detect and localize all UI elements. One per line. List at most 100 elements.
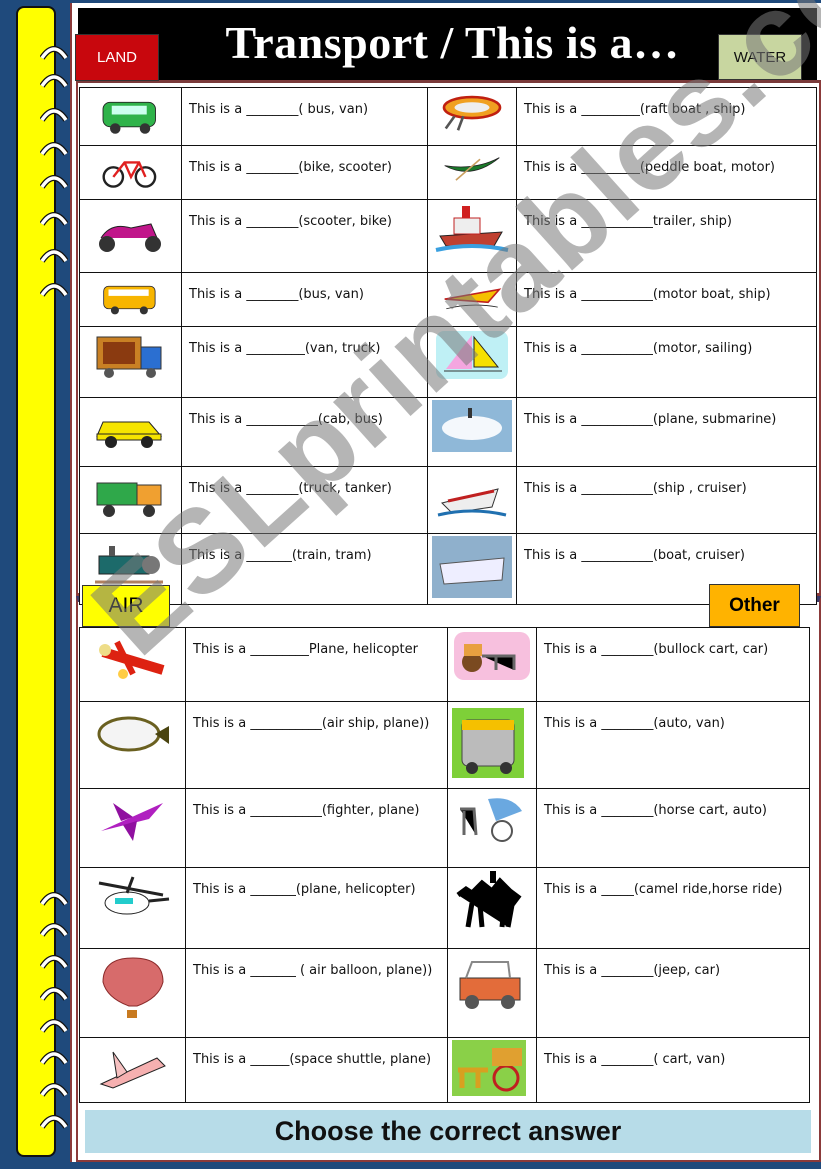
land-sentence: This is a ________(bike, scooter) — [181, 145, 428, 200]
land-picture-cell — [79, 145, 182, 200]
water-sentence: This is a ___________trailer, ship) — [516, 199, 817, 273]
table-row: This is a ___________(air ship, plane)) T… — [79, 701, 810, 789]
spiral-ring-icon — [40, 985, 68, 1001]
air-picture-cell — [79, 627, 186, 702]
cart-icon — [450, 1040, 534, 1096]
spiral-ring-icon — [40, 921, 68, 937]
water-label: WATER — [718, 34, 802, 80]
air-picture-cell — [79, 867, 186, 949]
table-row: This is a ___________(cab, bus) This is a… — [79, 397, 817, 467]
table-row: This is a ________(truck, tanker) This is… — [79, 466, 817, 534]
hot-air-balloon-icon — [91, 956, 175, 1026]
biplane-icon — [91, 630, 175, 695]
canoe-icon — [430, 148, 514, 193]
other-sentence: This is a ________(bullock cart, car) — [536, 627, 810, 702]
bicycle-icon — [89, 148, 173, 193]
air-label: AIR — [82, 585, 170, 627]
spiral-ring-icon — [40, 247, 68, 263]
water-picture-cell — [427, 272, 517, 327]
air-sentence: This is a ______(space shuttle, plane) — [185, 1037, 448, 1103]
table-row: This is a _________(van, truck) This is a… — [79, 326, 817, 398]
submarine-icon — [430, 400, 514, 460]
water-sentence: This is a ___________(motor, sailing) — [516, 326, 817, 398]
scooter-icon — [89, 202, 173, 266]
land-sentence: This is a _________(van, truck) — [181, 326, 428, 398]
water-picture-cell — [427, 87, 517, 146]
water-picture-cell — [427, 199, 517, 273]
spiral-ring-icon — [40, 72, 68, 88]
van-icon — [89, 90, 173, 139]
spiral-ring-icon — [40, 953, 68, 969]
water-sentence: This is a _________(peddle boat, motor) — [516, 145, 817, 200]
table-row: This is a ______(space shuttle, plane) Th… — [79, 1037, 810, 1103]
fighter-jet-icon — [91, 791, 175, 861]
motor-boat-icon — [430, 275, 514, 320]
table-row: This is a _______ ( air balloon, plane))… — [79, 948, 810, 1038]
spiral-ring-icon — [40, 890, 68, 906]
tipper-truck-icon — [89, 469, 173, 527]
other-sentence: This is a ________( cart, van) — [536, 1037, 810, 1103]
worksheet-page: Transport / This is a… LAND WATER This i… — [68, 0, 821, 1162]
ship-icon — [430, 469, 514, 527]
table-row: This is a _______(train, tram) This is a … — [79, 533, 817, 605]
airship-icon — [91, 708, 175, 778]
tugboat-icon — [430, 202, 514, 266]
land-sentence: This is a ________(bus, van) — [181, 272, 428, 327]
table-row: This is a ________( bus, van) This is a _… — [79, 87, 817, 146]
bullock-cart-icon — [450, 630, 534, 695]
raft-boat-icon — [430, 90, 514, 139]
land-picture-cell — [79, 87, 182, 146]
other-picture-cell — [447, 701, 537, 789]
table-row: This is a ___________(fighter, plane) Thi… — [79, 788, 810, 868]
water-picture-cell — [427, 533, 517, 605]
table-row: This is a ________(bus, van) This is a __… — [79, 272, 817, 327]
spiral-ring-icon — [40, 1017, 68, 1033]
air-sentence: This is a _________Plane, helicopter — [185, 627, 448, 702]
truck-icon — [89, 329, 173, 391]
other-picture-cell — [447, 627, 537, 702]
land-picture-cell — [79, 466, 182, 534]
water-picture-cell — [427, 397, 517, 467]
water-sentence: This is a ___________(plane, submarine) — [516, 397, 817, 467]
air-picture-cell — [79, 948, 186, 1038]
instruction-banner: Choose the correct answer — [85, 1110, 811, 1153]
spiral-ring-icon — [40, 1081, 68, 1097]
air-picture-cell — [79, 701, 186, 789]
jeep-icon — [450, 956, 534, 1026]
air-other-table: This is a _________Plane, helicopter This… — [79, 627, 810, 1103]
table-row: This is a ________(scooter, bike) This is… — [79, 199, 817, 273]
water-sentence: This is a _________(raft boat , ship) — [516, 87, 817, 146]
helicopter-icon — [91, 871, 175, 941]
table-row: This is a _________Plane, helicopter This… — [79, 627, 810, 702]
title-bar: Transport / This is a… — [78, 8, 817, 80]
bus-icon — [89, 275, 173, 320]
other-sentence: This is a _____(camel ride,horse ride) — [536, 867, 810, 949]
land-picture-cell — [79, 326, 182, 398]
land-picture-cell — [79, 272, 182, 327]
other-picture-cell — [447, 948, 537, 1038]
water-sentence: This is a ___________(motor boat, ship) — [516, 272, 817, 327]
spiral-ring-icon — [40, 210, 68, 226]
spiral-ring-icon — [40, 173, 68, 189]
cruiser-icon — [430, 536, 514, 598]
land-picture-cell — [79, 397, 182, 467]
land-picture-cell — [79, 199, 182, 273]
air-sentence: This is a ___________(air ship, plane)) — [185, 701, 448, 789]
air-sentence: This is a ___________(fighter, plane) — [185, 788, 448, 868]
other-picture-cell — [447, 1037, 537, 1103]
spiral-ring-icon — [40, 281, 68, 297]
land-sentence: This is a ________( bus, van) — [181, 87, 428, 146]
spiral-ring-icon — [40, 1113, 68, 1129]
water-picture-cell — [427, 466, 517, 534]
other-label: Other — [709, 584, 800, 627]
camel-icon — [450, 871, 534, 941]
land-sentence: This is a ________(scooter, bike) — [181, 199, 428, 273]
other-picture-cell — [447, 867, 537, 949]
water-picture-cell — [427, 326, 517, 398]
other-sentence: This is a ________(auto, van) — [536, 701, 810, 789]
land-water-table: This is a ________( bus, van) This is a _… — [79, 87, 817, 605]
spiral-ring-icon — [40, 106, 68, 122]
land-sentence: This is a _______(train, tram) — [181, 533, 428, 605]
water-sentence: This is a ___________(ship , cruiser) — [516, 466, 817, 534]
water-picture-cell — [427, 145, 517, 200]
